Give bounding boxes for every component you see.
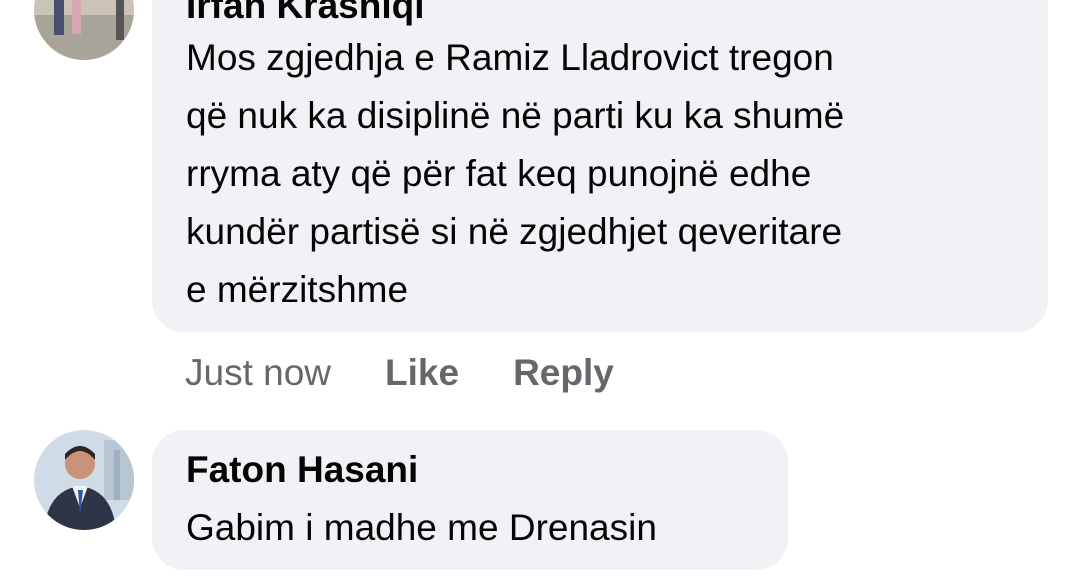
comment-bubble: Faton Hasani Gabim i madhe me Drenasin (152, 430, 788, 570)
person-outdoor-avatar-icon (34, 0, 134, 60)
comment-actions: Just now Like Reply (185, 350, 668, 396)
comments-thread: Irfan Krasniqi Mos zgjedhja e Ramiz Llad… (0, 0, 1080, 580)
comment-author-name[interactable]: Irfan Krasniqi (186, 0, 425, 28)
comment-text: Mos zgjedhja e Ramiz Lladrovict tregon q… (186, 37, 845, 310)
commenter-avatar[interactable] (34, 0, 134, 60)
like-button[interactable]: Like (385, 352, 459, 394)
person-suit-avatar-icon (34, 430, 134, 530)
comment-text: Gabim i madhe me Drenasin (186, 507, 657, 548)
reply-button[interactable]: Reply (513, 352, 614, 394)
commenter-avatar[interactable] (34, 430, 134, 530)
comment-author-name[interactable]: Faton Hasani (186, 448, 418, 492)
comment-bubble: Irfan Krasniqi Mos zgjedhja e Ramiz Llad… (152, 0, 1048, 332)
comment-timestamp[interactable]: Just now (185, 352, 331, 394)
